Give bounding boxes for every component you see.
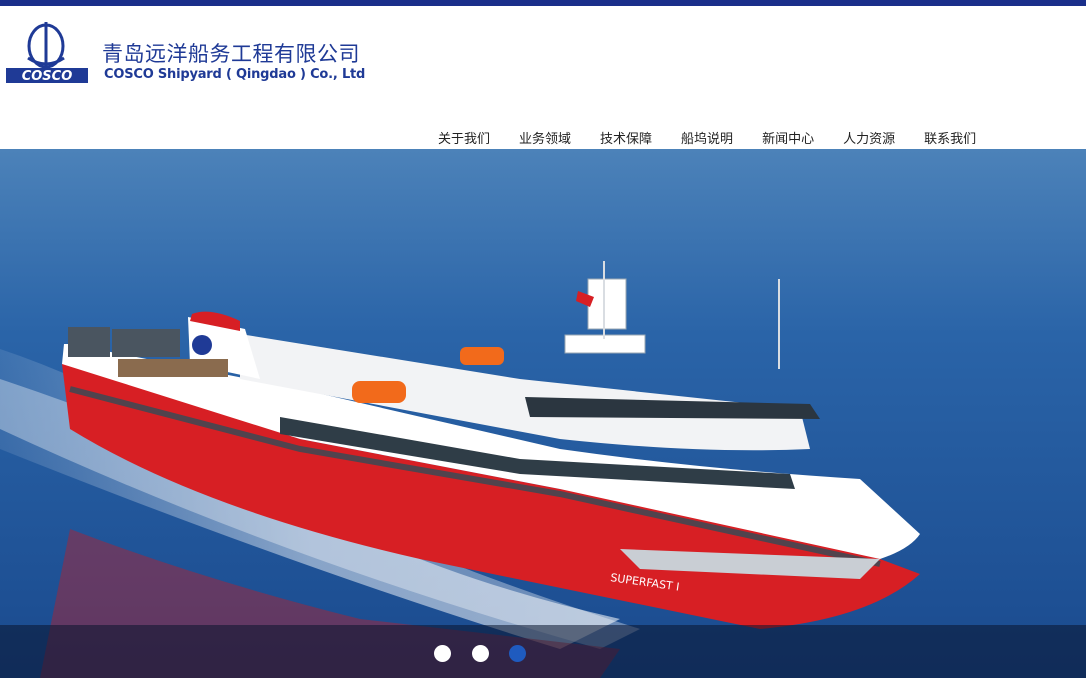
company-name-cn: 青岛远洋船务工程有限公司: [102, 42, 360, 66]
main-nav: 关于我们 业务领域 技术保障 船坞说明 新闻中心 人力资源 联系我们: [438, 130, 976, 150]
cosco-logo-icon[interactable]: COSCO: [6, 20, 88, 86]
hero-banner[interactable]: SUPERFAST I: [0, 149, 1086, 678]
logo-wordmark: COSCO: [22, 69, 73, 84]
nav-item-business[interactable]: 业务领域: [519, 130, 571, 150]
nav-item-about[interactable]: 关于我们: [438, 130, 490, 150]
company-name-en: COSCO Shipyard ( Qingdao ) Co., Ltd: [104, 67, 366, 82]
nav-item-dock[interactable]: 船坞说明: [681, 130, 733, 150]
ferry-ship-image: SUPERFAST I: [0, 149, 1086, 678]
nav-item-news[interactable]: 新闻中心: [762, 130, 814, 150]
slider-footer-bar: [0, 625, 1086, 678]
nav-item-tech[interactable]: 技术保障: [600, 130, 652, 150]
nav-item-hr[interactable]: 人力资源: [843, 130, 895, 150]
slider-dot-1[interactable]: [434, 645, 451, 662]
top-accent-bar: [0, 0, 1086, 6]
slider-dot-3-active[interactable]: [509, 645, 526, 662]
slider-dot-2[interactable]: [472, 645, 489, 662]
nav-item-contact[interactable]: 联系我们: [924, 130, 976, 150]
